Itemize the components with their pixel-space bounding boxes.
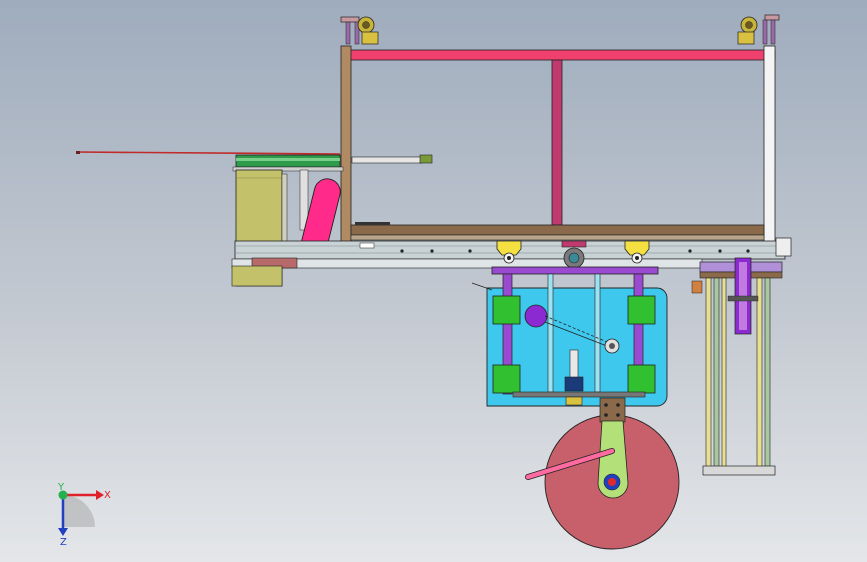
right-column bbox=[691, 257, 783, 476]
axis-label-z: Z bbox=[60, 537, 67, 548]
frame-bottom-beam bbox=[350, 224, 765, 236]
caster-wheel-right bbox=[737, 14, 780, 45]
axis-label-y: Y bbox=[57, 482, 65, 493]
axis-label-x: X bbox=[104, 490, 111, 501]
main-frame bbox=[340, 45, 776, 243]
machine-assembly-drawing: X Y Z bbox=[57, 14, 792, 550]
cad-viewport[interactable]: X Y Z bbox=[0, 0, 867, 562]
frame-center-post bbox=[551, 59, 563, 226]
feed-rod bbox=[75, 151, 341, 155]
coordinate-triad: X Y Z bbox=[57, 482, 111, 548]
caster-wheel-left bbox=[340, 16, 379, 45]
cutting-disk bbox=[525, 397, 680, 550]
carriage bbox=[471, 266, 668, 407]
hopper-conveyor bbox=[232, 154, 433, 172]
frame-right-post bbox=[763, 45, 776, 243]
frame-top-beam bbox=[342, 49, 776, 61]
frame-left-post bbox=[340, 45, 352, 243]
